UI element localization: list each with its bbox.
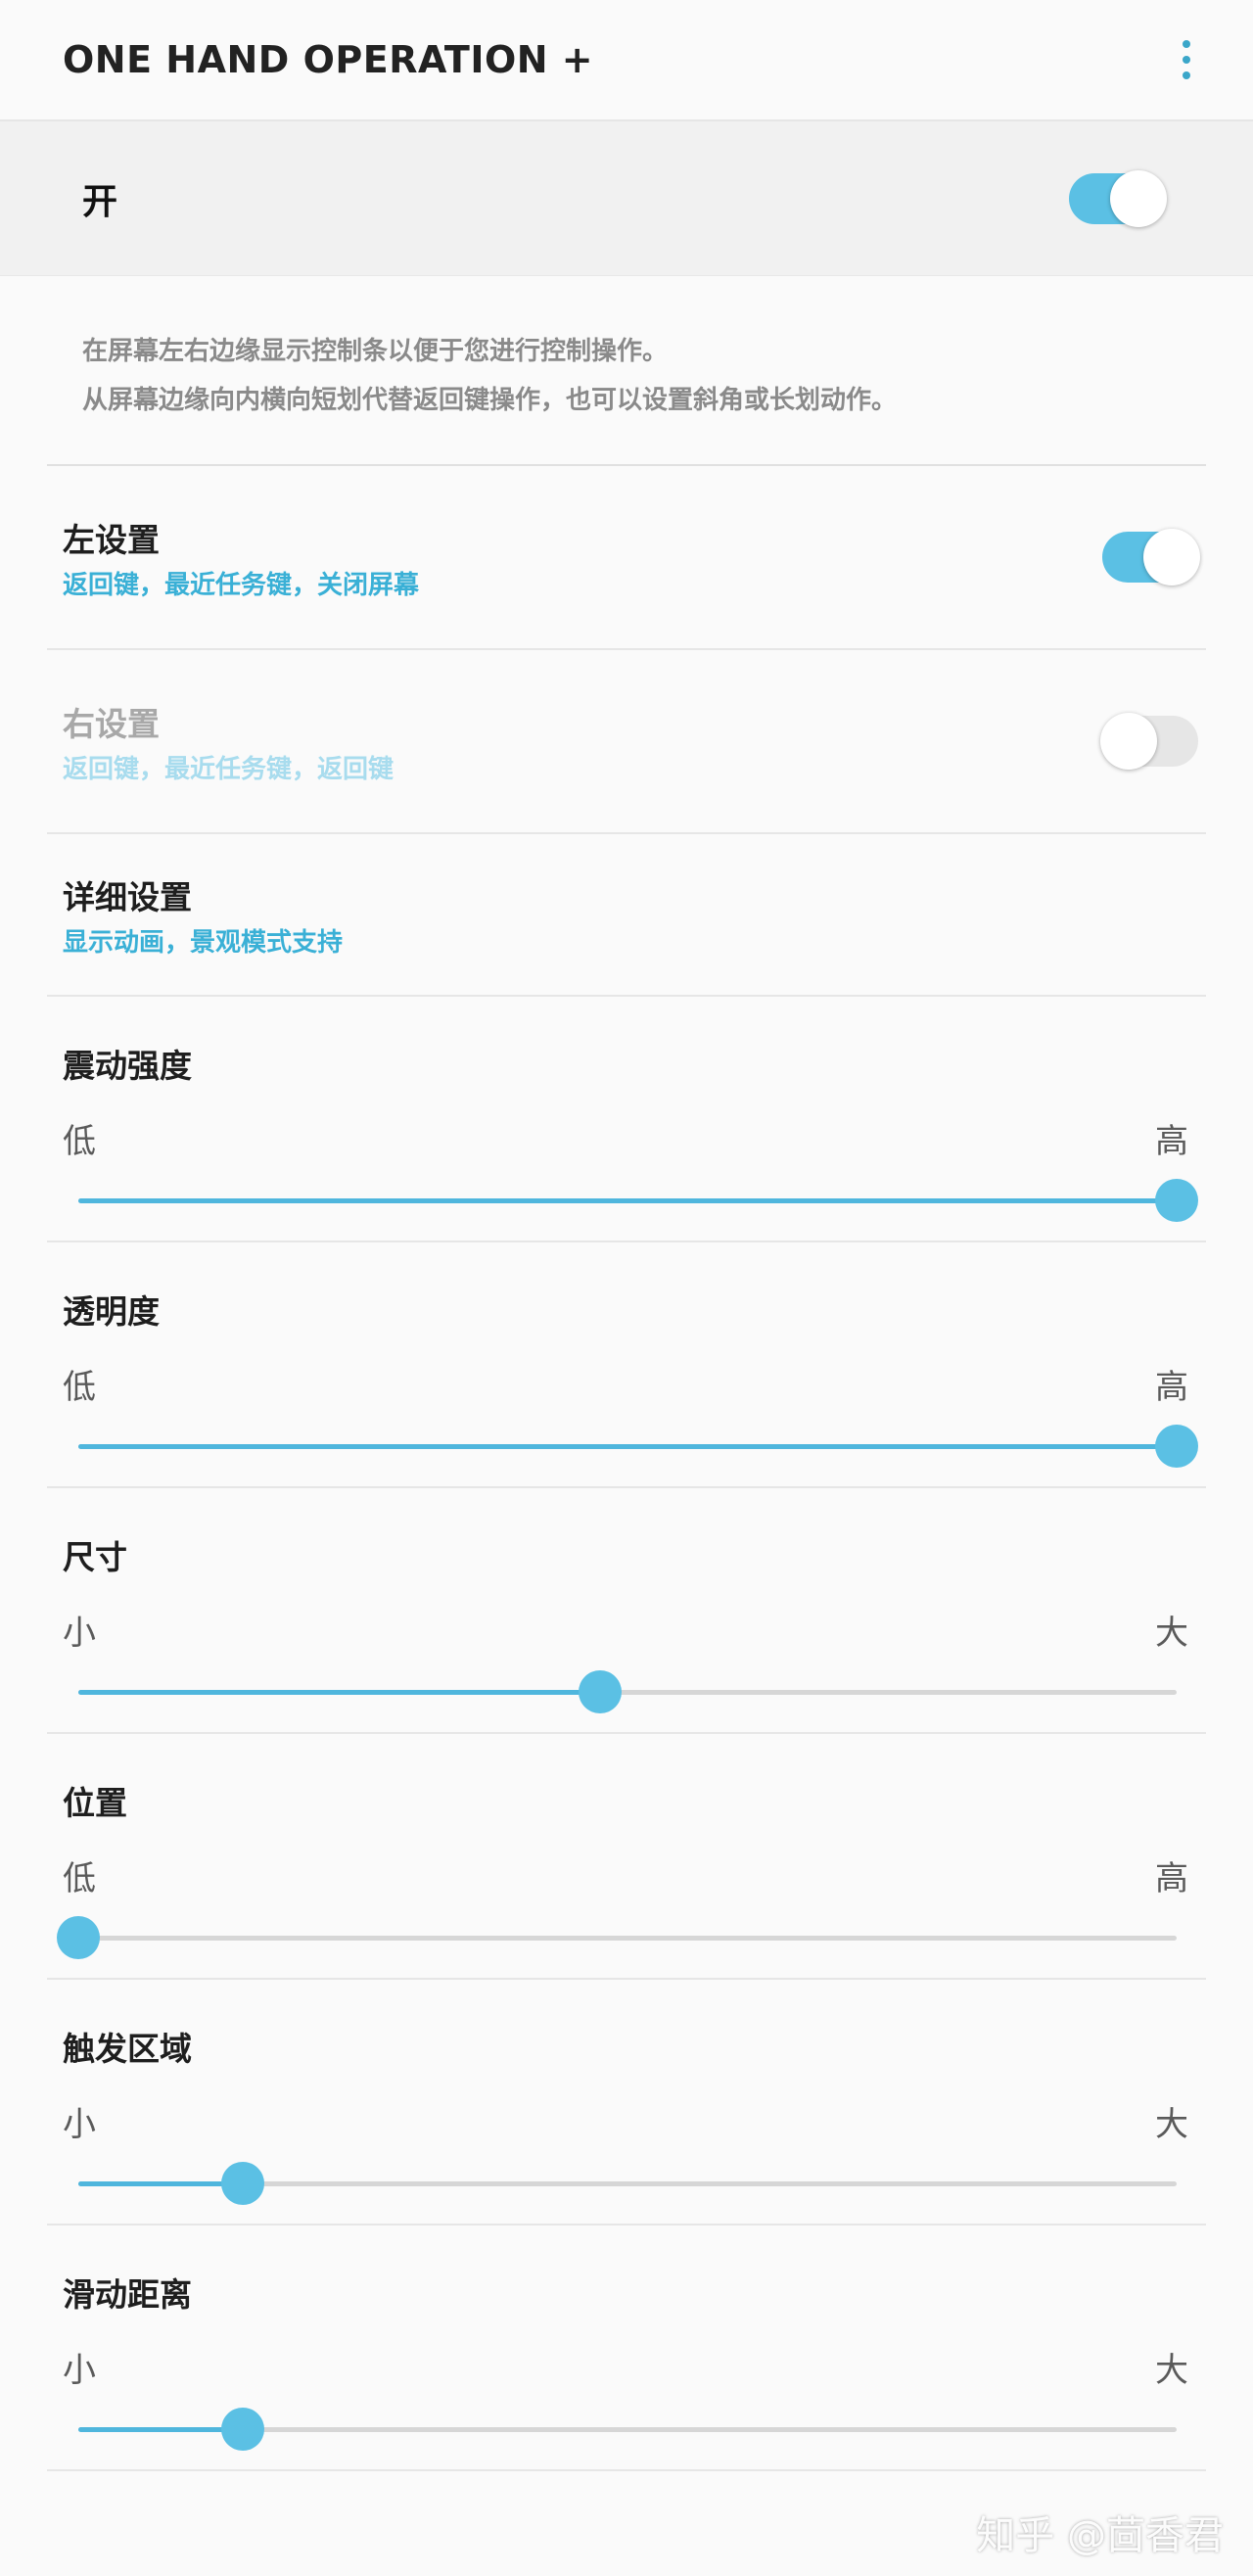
description-line-1: 在屏幕左右边缘显示控制条以便于您进行控制操作。 [82,337,669,366]
slider-track-fill [78,2427,244,2432]
vibration-intensity-item: 震动强度 低 高 [47,997,1206,1242]
swipe-distance-slider[interactable] [78,2405,1177,2454]
slider-min-label: 低 [63,1122,96,1161]
transparency-item: 透明度 低 高 [47,1242,1206,1488]
left-settings-title: 左设置 [63,520,160,559]
right-settings-item[interactable]: 右设置 返回键，最近任务键，返回键 [47,650,1206,834]
slider-max-label: 大 [1155,1614,1188,1653]
vibration-intensity-slider[interactable] [78,1176,1198,1225]
size-slider[interactable] [78,1667,1177,1716]
master-switch-label: 开 [82,181,118,222]
slider-title: 透明度 [63,1292,160,1331]
slider-title: 触发区域 [63,2030,192,2068]
left-settings-summary: 返回键，最近任务键，关闭屏幕 [63,570,420,600]
slider-thumb[interactable] [57,1916,100,1959]
trigger-area-slider[interactable] [78,2159,1177,2208]
toggle-knob [1100,713,1157,770]
slider-title: 位置 [63,1784,127,1822]
slider-thumb[interactable] [221,2408,265,2451]
position-slider[interactable] [57,1913,1177,1962]
left-settings-toggle[interactable] [1102,529,1200,585]
slider-min-label: 小 [63,2351,96,2390]
slider-thumb[interactable] [1155,1179,1198,1222]
detail-settings-title: 详细设置 [63,877,192,916]
slider-max-label: 高 [1155,1122,1188,1161]
slider-track-fill [78,1444,1177,1449]
left-settings-item[interactable]: 左设置 返回键，最近任务键，关闭屏幕 [47,466,1206,650]
right-settings-title: 右设置 [63,704,160,743]
slider-max-label: 大 [1155,2351,1188,2390]
slider-track-fill [78,2181,244,2186]
slider-track-fill [78,1690,600,1695]
feature-description: 在屏幕左右边缘显示控制条以便于您进行控制操作。 从屏幕边缘向内横向短划代替返回键… [0,276,1253,464]
slider-title: 震动强度 [63,1047,192,1085]
slider-min-label: 小 [63,1614,96,1653]
master-toggle[interactable] [1069,169,1167,227]
detail-settings-item[interactable]: 详细设置 显示动画，景观模式支持 [47,834,1206,997]
slider-min-label: 小 [63,2105,96,2144]
position-item: 位置 低 高 [47,1734,1206,1980]
transparency-slider[interactable] [78,1422,1198,1471]
app-bar: ONE HAND OPERATION + [0,0,1253,121]
slider-thumb[interactable] [221,2162,265,2205]
slider-max-label: 大 [1155,2105,1188,2144]
settings-list: 左设置 返回键，最近任务键，关闭屏幕 右设置 返回键，最近任务键，返回键 详细设… [47,464,1206,2471]
more-vert-icon[interactable] [1167,30,1206,89]
toggle-knob [1143,529,1200,585]
app-title: ONE HAND OPERATION + [63,38,594,81]
right-settings-toggle[interactable] [1100,713,1198,770]
slider-track [78,1936,1177,1941]
slider-track-fill [78,1198,1177,1203]
slider-thumb[interactable] [1155,1425,1198,1468]
slider-max-label: 高 [1155,1859,1188,1898]
master-switch-row[interactable]: 开 [0,121,1253,276]
trigger-area-item: 触发区域 小 大 [47,1980,1206,2225]
slider-title: 尺寸 [63,1538,127,1576]
slider-thumb[interactable] [578,1670,622,1713]
swipe-distance-item: 滑动距离 小 大 [47,2225,1206,2471]
slider-min-label: 低 [63,1859,96,1898]
toggle-knob [1110,169,1167,227]
menu-dot [1183,40,1190,48]
menu-dot [1183,71,1190,79]
description-line-2: 从屏幕边缘向内横向短划代替返回键操作，也可以设置斜角或长划动作。 [82,386,898,415]
watermark: 知乎 @茴香君 [976,2513,1224,2558]
slider-title: 滑动距离 [63,2275,192,2314]
slider-min-label: 低 [63,1368,96,1407]
menu-dot [1183,56,1190,64]
size-item: 尺寸 小 大 [47,1488,1206,1734]
right-settings-summary: 返回键，最近任务键，返回键 [63,754,394,784]
slider-max-label: 高 [1155,1368,1188,1407]
detail-settings-summary: 显示动画，景观模式支持 [63,927,344,958]
